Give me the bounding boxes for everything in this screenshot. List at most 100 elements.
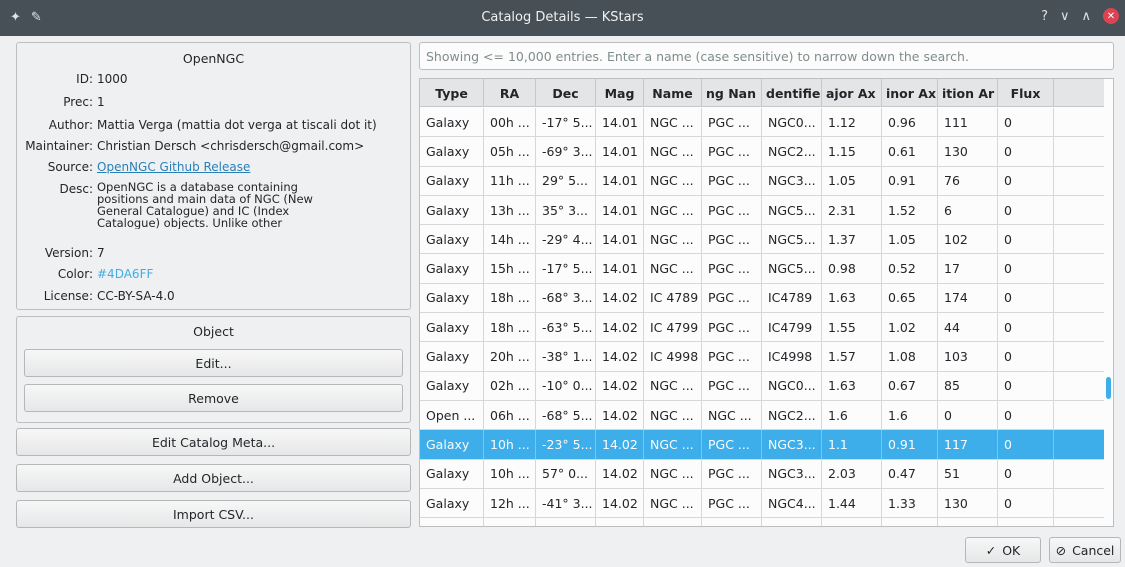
table-cell: PGC ... <box>702 254 762 283</box>
table-cell: 14.01 <box>596 137 644 166</box>
table-cell: 0 <box>998 225 1054 254</box>
column-header[interactable]: Mag <box>596 79 644 107</box>
object-group: Object Edit... Remove <box>16 316 411 423</box>
table-row[interactable]: Galaxy 18h ... -63° 5... 14.02 IC 4799 PGC ..… <box>420 313 1105 343</box>
table-cell: 14.02 <box>596 488 644 518</box>
add-object-button[interactable]: Add Object... <box>16 464 411 492</box>
table-cell: -41° 3... <box>536 488 596 518</box>
table-cell: -17° 5... <box>536 108 596 137</box>
table-cell: 0 <box>938 400 998 430</box>
window-titlebar: ✦ ✎ Catalog Details — KStars ? ∨ ∧ ✕ <box>0 0 1125 36</box>
table-cell: -29° 4... <box>536 225 596 254</box>
column-header[interactable]: Name <box>644 79 702 107</box>
column-header[interactable]: ition Ar <box>938 79 998 107</box>
catalog-info-panel: OpenNGC ID: 1000 Prec: 1 Author: Mattia … <box>16 42 411 310</box>
table-cell: 0.54 <box>882 518 938 526</box>
cancel-button[interactable]: ⊘ Cancel <box>1049 537 1121 563</box>
table-row[interactable]: Galaxy 18h ... -68° 3... 14.02 IC 4789 PGC ..… <box>420 283 1105 314</box>
table-cell: Galaxy <box>420 313 484 342</box>
table-cell: 06h ... <box>484 400 536 430</box>
table-cell: PGC ... <box>702 313 762 342</box>
import-csv-button[interactable]: Import CSV... <box>16 500 411 528</box>
table-row[interactable]: Galaxy 02h ... -10° 0... 14.02 NGC ... PGC ..… <box>420 371 1105 401</box>
table-cell: 29° 5... <box>536 166 596 195</box>
table-cell: 0 <box>998 313 1054 342</box>
table-cell: 174 <box>938 283 998 313</box>
edit-object-button[interactable]: Edit... <box>24 349 403 377</box>
table-cell: IC4789 <box>762 283 822 313</box>
column-header[interactable]: ng Nan <box>702 79 762 107</box>
column-header[interactable]: Flux <box>998 79 1054 107</box>
table-cell: 0.47 <box>882 459 938 488</box>
table-cell: Galaxy <box>420 488 484 518</box>
table-row[interactable]: Galaxy 00h ... -17° 5... 14.01 NGC ... PGC ..… <box>420 108 1105 138</box>
scrollbar-thumb[interactable] <box>1106 377 1111 399</box>
table-row[interactable]: Galaxy 13h ... 35° 3... 14.01 NGC ... PGC ...… <box>420 195 1105 226</box>
object-group-title: Object <box>193 324 234 339</box>
table-cell: PGC ... <box>702 518 762 526</box>
field-label: Version: <box>44 246 93 260</box>
vertical-scrollbar[interactable] <box>1104 79 1113 526</box>
table-cell: NGC ... <box>644 400 702 430</box>
table-cell: NGC2... <box>762 400 822 430</box>
window-title: Catalog Details — KStars <box>481 10 644 25</box>
table-cell: 1.52 <box>882 195 938 225</box>
source-link[interactable]: OpenNGC Github Release <box>97 161 412 174</box>
table-row[interactable]: Galaxy 15h ... -17° 5... 14.01 NGC ... PGC ..… <box>420 254 1105 284</box>
column-header[interactable]: inor Ax <box>882 79 938 107</box>
table-cell: -68° 3... <box>536 283 596 313</box>
search-input[interactable]: Showing <= 10,000 entries. Enter a name … <box>419 42 1114 70</box>
column-header[interactable]: Dec <box>536 79 596 107</box>
table-row[interactable]: Galaxy 20h ... -38° 1... 14.02 IC 4998 PGC ..… <box>420 342 1105 372</box>
table-cell: 0.65 <box>882 283 938 313</box>
table-cell: -68° 5... <box>536 400 596 430</box>
field-license: License: CC-BY-SA-4.0 <box>17 290 412 303</box>
table-cell: 11h ... <box>484 166 536 195</box>
table-row[interactable]: Galaxy 05h ... -69° 3... 14.01 NGC ... PGC ..… <box>420 137 1105 167</box>
table-cell: -38° 1... <box>536 342 596 371</box>
table-cell: PGC ... <box>702 166 762 195</box>
table-cell: IC4998 <box>762 342 822 371</box>
column-header[interactable]: RA <box>484 79 536 107</box>
column-header[interactable]: Type <box>420 79 484 107</box>
field-desc: Desc: OpenNGC is a database containing p… <box>17 181 412 229</box>
table-cell: IC 4998 <box>644 342 702 371</box>
table-row[interactable]: Galaxy 11h ... 29° 5... 14.01 NGC ... PGC ...… <box>420 166 1105 196</box>
table-row[interactable]: Galaxy12h ...-41° 4...14.02NGC ...PGC ..… <box>420 518 1105 526</box>
remove-object-button[interactable]: Remove <box>24 384 403 412</box>
edit-catalog-meta-button[interactable]: Edit Catalog Meta... <box>16 428 411 456</box>
table-cell: NGC3... <box>762 430 822 459</box>
table-row[interactable]: Galaxy 10h ... -23° 5... 14.02 NGC ... PGC ..… <box>420 430 1105 460</box>
table-cell: 1.08 <box>882 342 938 371</box>
table-cell: 0 <box>998 166 1054 195</box>
minimize-icon[interactable]: ∨ <box>1060 9 1070 24</box>
column-header[interactable]: dentifie <box>762 79 822 107</box>
column-header[interactable]: ajor Ax <box>822 79 882 107</box>
table-cell: NGC ... <box>644 459 702 488</box>
table-cell: 10h ... <box>484 430 536 459</box>
table-cell: NGC4... <box>762 488 822 518</box>
cancel-label: Cancel <box>1072 542 1115 558</box>
ok-button[interactable]: ✓ OK <box>965 537 1041 563</box>
table-row[interactable]: Galaxy 14h ... -29° 4... 14.01 NGC ... PGC ..… <box>420 225 1105 255</box>
table-cell: NGC ... <box>644 254 702 283</box>
table-row[interactable]: Galaxy 10h ... 57° 0... 14.02 NGC ... PGC ...… <box>420 459 1105 489</box>
field-version: Version: 7 <box>17 247 412 260</box>
field-value: OpenNGC is a database containing positio… <box>97 181 313 229</box>
table-cell: 14.01 <box>596 254 644 283</box>
table-cell: 0 <box>998 518 1054 526</box>
table-cell: Galaxy <box>420 342 484 371</box>
table-cell: 1.55 <box>822 313 882 342</box>
table-cell: NGC3... <box>762 166 822 195</box>
table-row[interactable]: Open ... 06h ... -68° 5... 14.02 NGC ... NGC … <box>420 400 1105 431</box>
table-cell: -69° 3... <box>536 137 596 166</box>
help-icon[interactable]: ? <box>1041 9 1048 24</box>
close-icon[interactable]: ✕ <box>1103 8 1119 24</box>
table-cell: PGC ... <box>702 459 762 488</box>
table-cell: NGC2... <box>762 137 822 166</box>
table-cell: 0 <box>998 195 1054 225</box>
maximize-icon[interactable]: ∧ <box>1081 9 1091 24</box>
table-cell: PGC ... <box>702 195 762 225</box>
table-cell: NGC ... <box>644 518 702 526</box>
table-row[interactable]: Galaxy 12h ... -41° 3... 14.02 NGC ... PGC ..… <box>420 488 1105 519</box>
